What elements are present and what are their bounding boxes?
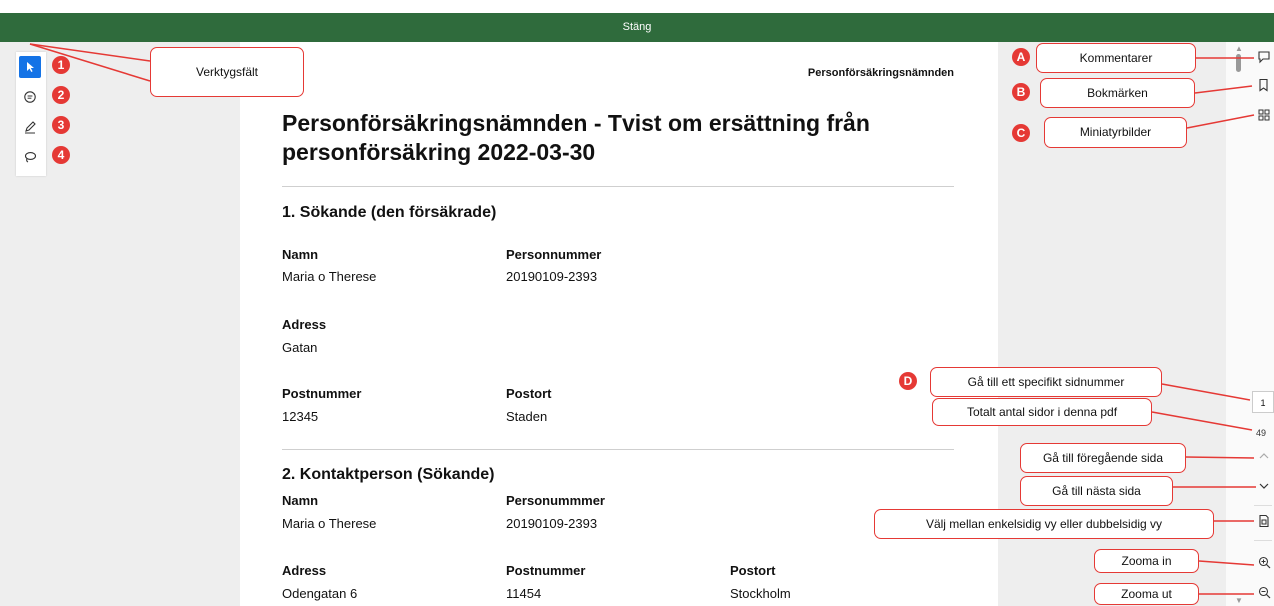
annotation-toolbar bbox=[16, 52, 46, 176]
field-label: Personummmer bbox=[506, 493, 605, 508]
field-label: Postnummer bbox=[282, 386, 362, 401]
zoom-out-icon[interactable] bbox=[1256, 586, 1272, 602]
comment-icon[interactable] bbox=[19, 86, 41, 108]
thumbnails-callout: Miniatyrbilder bbox=[1044, 117, 1187, 148]
next-page-callout: Gå till nästa sida bbox=[1020, 476, 1173, 506]
field-label: Postnummer bbox=[506, 563, 586, 578]
pointer-icon[interactable] bbox=[19, 56, 41, 78]
field-value: Staden bbox=[506, 409, 548, 424]
scroll-down-arrow[interactable]: ▼ bbox=[1235, 596, 1243, 605]
pen-icon[interactable] bbox=[19, 116, 41, 138]
rail-divider bbox=[1254, 540, 1272, 541]
divider bbox=[282, 449, 954, 450]
letter-badge: A bbox=[1012, 48, 1030, 66]
comments-icon[interactable] bbox=[1256, 50, 1272, 67]
field-label: Namn bbox=[282, 247, 319, 262]
comments-callout: Kommentarer bbox=[1036, 43, 1196, 73]
top-bar: Stäng bbox=[0, 13, 1274, 42]
field-value: 12345 bbox=[282, 409, 319, 424]
chevron-up-icon[interactable] bbox=[1256, 450, 1272, 465]
number-badge: 1 bbox=[52, 56, 70, 74]
page-number-input[interactable]: 1 bbox=[1252, 391, 1274, 413]
total-pages-label: 49 bbox=[1256, 428, 1267, 438]
letter-badge: D bbox=[899, 372, 917, 390]
field-label: Adress bbox=[282, 317, 327, 332]
field-value: Gatan bbox=[282, 340, 318, 355]
letter-badge: B bbox=[1012, 83, 1030, 101]
number-badge: 3 bbox=[52, 116, 70, 134]
document-title: Personförsäkringsnämnden - Tvist om ersä… bbox=[282, 110, 870, 165]
prev-page-callout: Gå till föregående sida bbox=[1020, 443, 1186, 473]
total-pages-callout: Totalt antal sidor i denna pdf bbox=[932, 398, 1152, 426]
field-value: 20190109-2393 bbox=[506, 516, 598, 531]
zoom-in-icon[interactable] bbox=[1256, 556, 1272, 572]
lasso-icon[interactable] bbox=[19, 146, 41, 168]
field-value: Maria o Therese bbox=[282, 269, 377, 284]
field-label: Adress bbox=[282, 563, 327, 578]
bookmarks-callout: Bokmärken bbox=[1040, 78, 1195, 108]
divider bbox=[282, 186, 954, 187]
chevron-down-icon[interactable] bbox=[1256, 480, 1272, 495]
zoom-in-callout: Zooma in bbox=[1094, 549, 1199, 573]
goto-page-callout: Gå till ett specifikt sidnummer bbox=[930, 367, 1162, 397]
view-mode-callout: Välj mellan enkelsidig vy eller dubbelsi… bbox=[874, 509, 1214, 539]
bookmarks-icon[interactable] bbox=[1256, 78, 1272, 95]
thumbnails-icon[interactable] bbox=[1256, 108, 1272, 125]
field-value: 11454 bbox=[506, 586, 542, 601]
section-heading: 1. Sökande (den försäkrade) bbox=[282, 204, 497, 221]
number-badge: 4 bbox=[52, 146, 70, 164]
scrollbar-thumb[interactable] bbox=[1236, 54, 1241, 72]
rail-divider bbox=[1254, 505, 1272, 506]
field-value: Odengatan 6 bbox=[282, 586, 358, 601]
field-value: 20190109-2393 bbox=[506, 269, 598, 284]
number-badge: 2 bbox=[52, 86, 70, 104]
zoom-out-callout: Zooma ut bbox=[1094, 583, 1199, 605]
field-label: Postort bbox=[730, 563, 776, 578]
field-label: Namn bbox=[282, 493, 319, 508]
field-label: Postort bbox=[506, 386, 552, 401]
field-label: Personnummer bbox=[506, 247, 602, 262]
section-heading: 2. Kontaktperson (Sökande) bbox=[282, 466, 495, 483]
scroll-up-arrow[interactable]: ▲ bbox=[1235, 44, 1243, 53]
page-view-icon[interactable] bbox=[1256, 514, 1272, 531]
field-value: Stockholm bbox=[730, 586, 791, 601]
letter-badge: C bbox=[1012, 124, 1030, 142]
toolbar-callout: Verktygsfält bbox=[150, 47, 304, 97]
field-value: Maria o Therese bbox=[282, 516, 377, 531]
close-button[interactable]: Stäng bbox=[0, 13, 1274, 42]
document-header: Personförsäkringsnämnden bbox=[807, 67, 954, 79]
